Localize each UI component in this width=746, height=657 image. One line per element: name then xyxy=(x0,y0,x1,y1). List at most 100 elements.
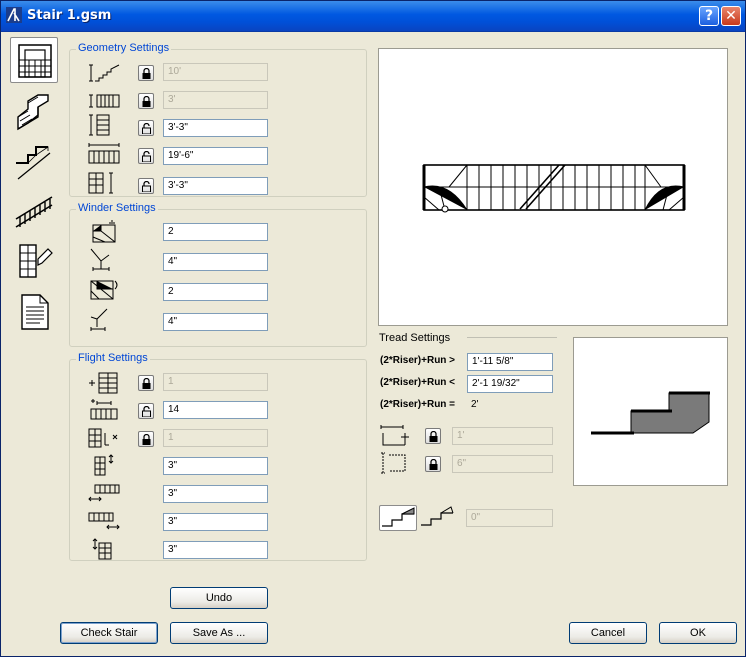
stair-length-lock[interactable] xyxy=(138,148,154,164)
lock-closed-icon xyxy=(429,431,438,442)
square-nosing-icon xyxy=(382,507,415,527)
stair-height-field[interactable]: 10' xyxy=(163,63,268,81)
nosing-depth-field[interactable]: 0" xyxy=(466,509,553,527)
winder-top-offset-field[interactable]: 4" xyxy=(163,313,268,331)
winder-settings-label: Winder Settings xyxy=(76,202,158,214)
save-as-button[interactable]: Save As ... xyxy=(170,622,268,644)
flight-width-icon xyxy=(89,114,110,136)
nosing-style-slanted-button[interactable] xyxy=(419,505,457,531)
plan-view-icon xyxy=(18,44,52,78)
stair-profile-icon xyxy=(16,146,51,180)
winder-bottom-offset-icon xyxy=(90,248,110,271)
close-icon: ✕ xyxy=(725,8,737,24)
riser-height-field[interactable]: 6" xyxy=(452,455,553,473)
winder-top-count-icon xyxy=(90,280,118,300)
tread-count-lock[interactable] xyxy=(138,403,154,419)
tab-plan-view[interactable] xyxy=(10,37,58,83)
stringer-offset-field[interactable]: 3" xyxy=(163,541,268,559)
winder-bottom-count-icon xyxy=(92,220,116,243)
stair-length-icon xyxy=(88,143,120,164)
landing-riser-field[interactable]: 1 xyxy=(163,429,268,447)
tread-settings-divider xyxy=(467,337,557,338)
railing-icon xyxy=(15,196,53,228)
tread-settings-label: Tread Settings xyxy=(379,332,451,344)
lock-closed-icon xyxy=(429,459,438,470)
winder-top-offset-icon xyxy=(90,308,108,331)
tread-profile-preview xyxy=(573,337,728,486)
stringer-offset-icon xyxy=(92,538,112,560)
tread-profile-drawing xyxy=(591,391,710,435)
slanted-nosing-icon xyxy=(421,506,454,526)
undo-button[interactable]: Undo xyxy=(170,587,268,609)
riser-count-field[interactable]: 1 xyxy=(163,373,268,391)
tread-nosing-field[interactable]: 3" xyxy=(163,485,268,503)
stair-plan-preview xyxy=(378,48,728,326)
help-button[interactable]: ? xyxy=(699,6,719,26)
tab-materials[interactable] xyxy=(10,237,58,283)
winder-bottom-count-field[interactable]: 2 xyxy=(163,223,268,241)
riser-height-icon xyxy=(381,452,406,474)
lock-open-icon xyxy=(142,406,151,417)
flight-settings-label: Flight Settings xyxy=(76,352,150,364)
riser-count-icon xyxy=(89,372,118,394)
tread-extension-icon xyxy=(88,512,120,530)
riser-height-lock[interactable] xyxy=(425,456,441,472)
lock-closed-icon xyxy=(142,378,151,389)
landing-width-lock[interactable] xyxy=(138,178,154,194)
tread-depth-icon xyxy=(380,425,409,446)
lock-open-icon xyxy=(142,181,151,192)
geometry-settings-label: Geometry Settings xyxy=(76,42,172,54)
stair-width-lock[interactable] xyxy=(138,93,154,109)
tread-extension-field[interactable]: 3" xyxy=(163,513,268,531)
landing-width-field[interactable]: 3'-3" xyxy=(163,177,268,195)
lock-closed-icon xyxy=(142,96,151,107)
stair-3d-icon xyxy=(17,94,49,131)
formula-max-field[interactable]: 2'-1 19/32" xyxy=(467,375,553,393)
title-bar[interactable]: Stair 1.gsm ? ✕ xyxy=(1,1,745,32)
stair-length-field[interactable]: 19'-6" xyxy=(163,147,268,165)
flight-width-field[interactable]: 3'-3" xyxy=(163,119,268,137)
winder-bottom-offset-field[interactable]: 4" xyxy=(163,253,268,271)
document-icon xyxy=(21,294,49,330)
tab-stair-profile[interactable] xyxy=(10,137,58,183)
stair-plan-drawing xyxy=(422,164,686,213)
formula-min-field[interactable]: 1'-11 5/8" xyxy=(467,353,553,371)
landing-riser-icon xyxy=(88,428,118,448)
landing-riser-lock[interactable] xyxy=(138,431,154,447)
materials-icon xyxy=(19,244,53,278)
riser-thickness-icon xyxy=(94,454,114,476)
stair-height-icon xyxy=(89,64,120,82)
winder-top-count-field[interactable]: 2 xyxy=(163,283,268,301)
tread-depth-field[interactable]: 1' xyxy=(452,427,553,445)
stair-height-lock[interactable] xyxy=(138,65,154,81)
close-button[interactable]: ✕ xyxy=(721,6,741,26)
lock-closed-icon xyxy=(142,68,151,79)
lock-open-icon xyxy=(142,151,151,162)
formula-result-label: (2*Riser)+Run = xyxy=(380,399,456,410)
tab-listing[interactable] xyxy=(10,287,58,333)
ok-button[interactable]: OK xyxy=(659,622,737,644)
lock-open-icon xyxy=(142,123,151,134)
lock-closed-icon xyxy=(142,434,151,445)
riser-thickness-field[interactable]: 3" xyxy=(163,457,268,475)
formula-max-label: (2*Riser)+Run < xyxy=(380,377,456,388)
tab-railing[interactable] xyxy=(10,187,58,233)
nosing-style-square-button[interactable] xyxy=(379,505,417,531)
landing-width-icon xyxy=(88,172,113,194)
tread-count-icon xyxy=(90,399,118,420)
flight-width-lock[interactable] xyxy=(138,120,154,136)
question-icon: ? xyxy=(704,8,714,24)
formula-min-label: (2*Riser)+Run > xyxy=(380,355,456,366)
cancel-button[interactable]: Cancel xyxy=(569,622,647,644)
window-title: Stair 1.gsm xyxy=(27,8,112,23)
stair-width-icon xyxy=(89,94,120,108)
stair-width-field[interactable]: 3' xyxy=(163,91,268,109)
tread-nosing-icon xyxy=(88,484,120,502)
tread-depth-lock[interactable] xyxy=(425,428,441,444)
check-stair-button[interactable]: Check Stair xyxy=(60,622,158,644)
riser-count-lock[interactable] xyxy=(138,375,154,391)
tread-count-field[interactable]: 14 xyxy=(163,401,268,419)
formula-result-value: 2' xyxy=(471,399,479,410)
stair-dialog-window: Stair 1.gsm ? ✕ Geometry Settings 10' 3'… xyxy=(0,0,746,657)
tab-stair-3d[interactable] xyxy=(10,87,58,133)
